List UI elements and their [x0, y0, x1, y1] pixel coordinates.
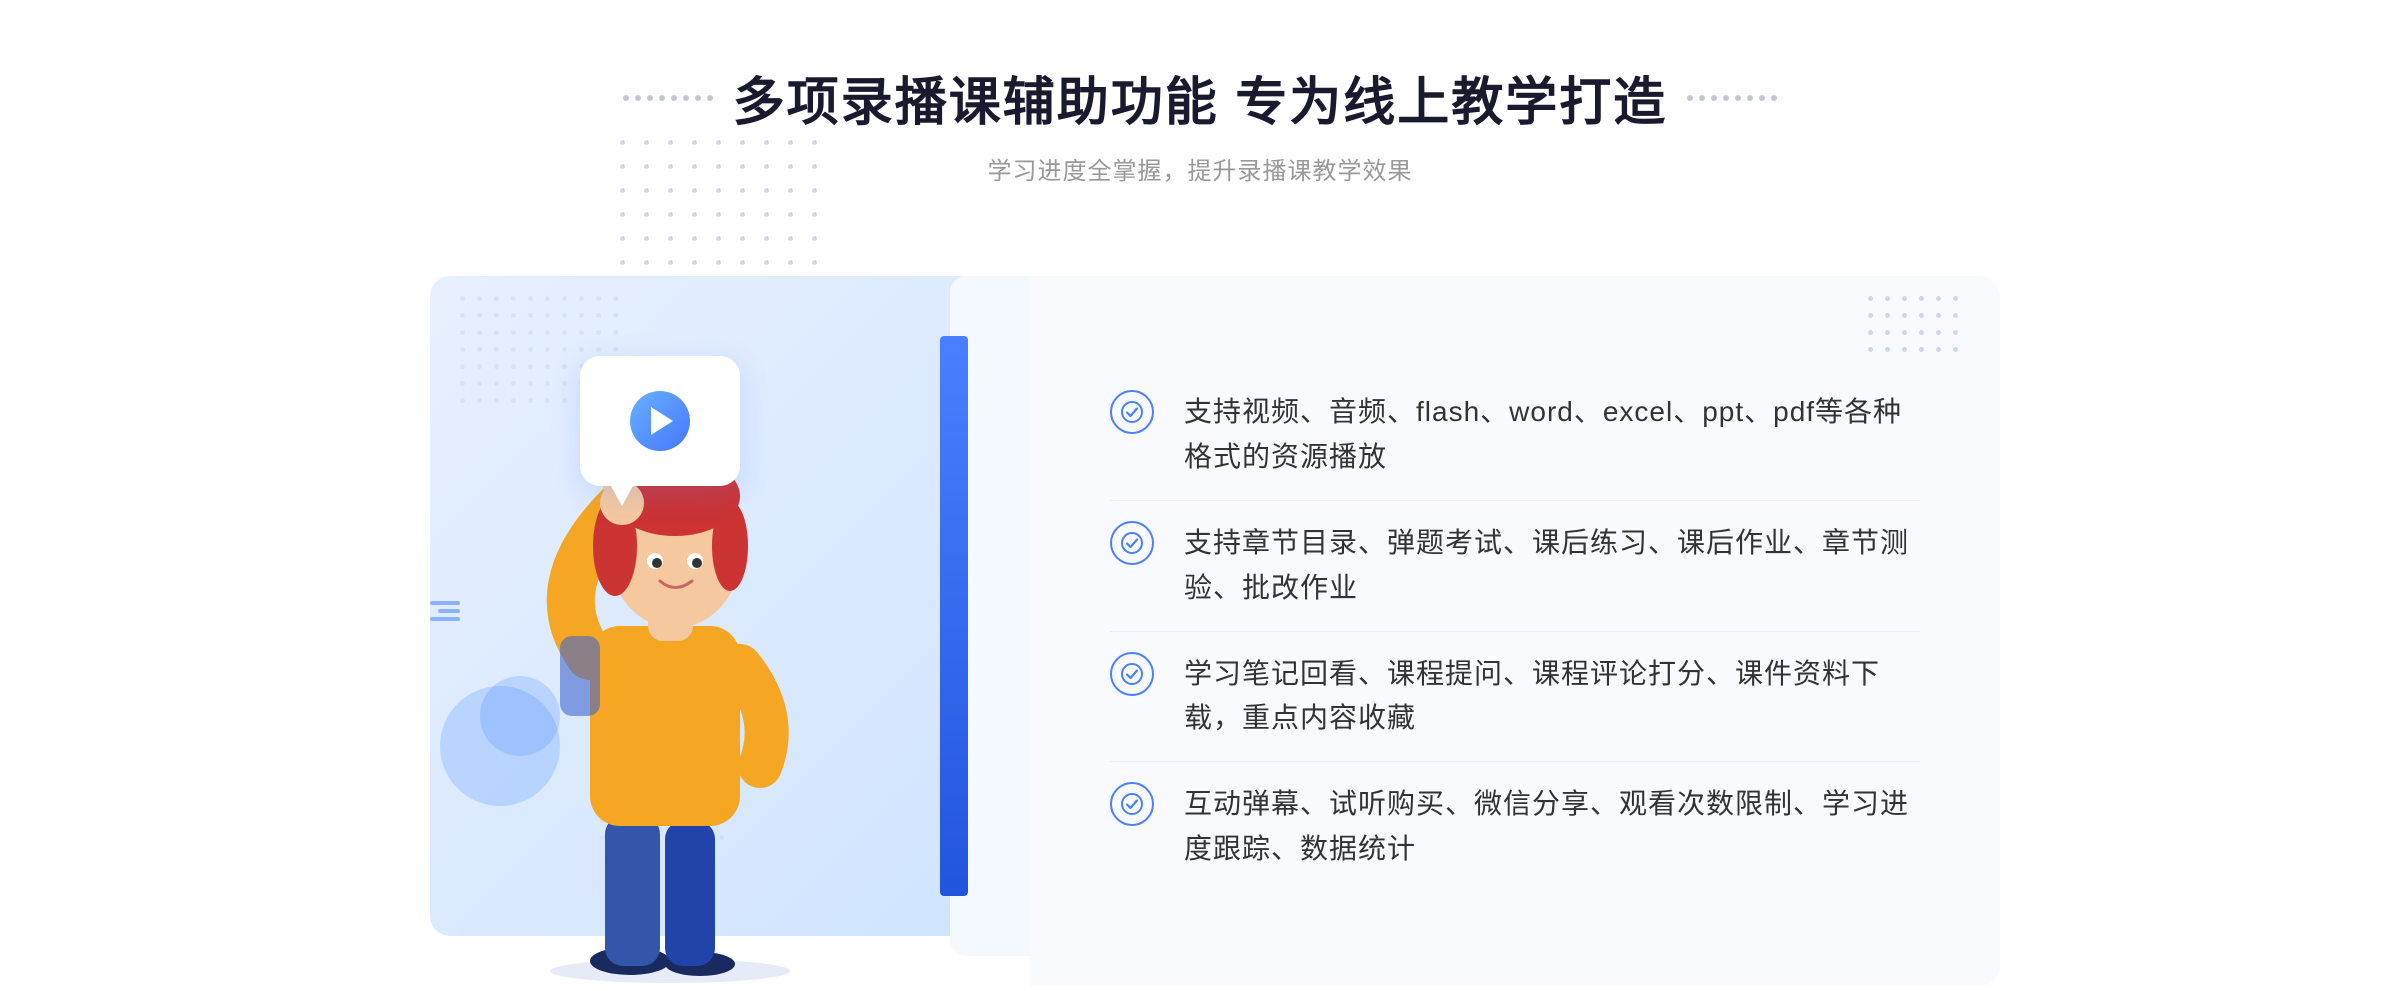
check-icon-1 [1110, 390, 1154, 434]
page-container: // Will generate via JS below 多项录播课辅助功能 … [0, 0, 2400, 974]
page-header: 多项录播课辅助功能 专为线上教学打造 学习进度全掌握，提升录播课教学效果 [623, 60, 1777, 186]
feature-item-2: 支持章节目录、弹题考试、课后练习、课后作业、章节测验、批改作业 [1110, 501, 1920, 631]
main-content: 支持视频、音频、flash、word、excel、ppt、pdf等各种格式的资源… [400, 236, 2000, 986]
play-icon [630, 391, 690, 451]
feature-item-4: 互动弹幕、试听购买、微信分享、观看次数限制、学习进度跟踪、数据统计 [1110, 762, 1920, 892]
check-icon-2 [1110, 521, 1154, 565]
chevron-icon [430, 601, 460, 621]
feature-item-3: 学习笔记回看、课程提问、课程评论打分、课件资料下载，重点内容收藏 [1110, 632, 1920, 762]
header-dots-right [1687, 95, 1777, 101]
header-dots-left [623, 95, 713, 101]
features-dots-decoration [1868, 296, 1970, 362]
page-title: 多项录播课辅助功能 专为线上教学打造 [733, 60, 1667, 135]
feature-item-1: 支持视频、音频、flash、word、excel、ppt、pdf等各种格式的资源… [1110, 370, 1920, 500]
feature-text-2: 支持章节目录、弹题考试、课后练习、课后作业、章节测验、批改作业 [1184, 521, 1920, 611]
check-icon-4 [1110, 782, 1154, 826]
features-container: 支持视频、音频、flash、word、excel、ppt、pdf等各种格式的资源… [1030, 276, 2000, 986]
header-title-row: 多项录播课辅助功能 专为线上教学打造 [623, 60, 1777, 135]
play-bubble [580, 356, 740, 486]
features-list: 支持视频、音频、flash、word、excel、ppt、pdf等各种格式的资源… [1110, 370, 1920, 891]
feature-text-3: 学习笔记回看、课程提问、课程评论打分、课件资料下载，重点内容收藏 [1184, 652, 1920, 742]
check-icon-3 [1110, 652, 1154, 696]
student-figure [500, 406, 860, 986]
blue-bar [940, 336, 968, 896]
feature-text-1: 支持视频、音频、flash、word、excel、ppt、pdf等各种格式的资源… [1184, 390, 1920, 480]
feature-text-4: 互动弹幕、试听购买、微信分享、观看次数限制、学习进度跟踪、数据统计 [1184, 782, 1920, 872]
illustration-container [400, 236, 1040, 986]
left-arrow-decoration [430, 601, 460, 621]
page-subtitle: 学习进度全掌握，提升录播课教学效果 [623, 151, 1777, 186]
